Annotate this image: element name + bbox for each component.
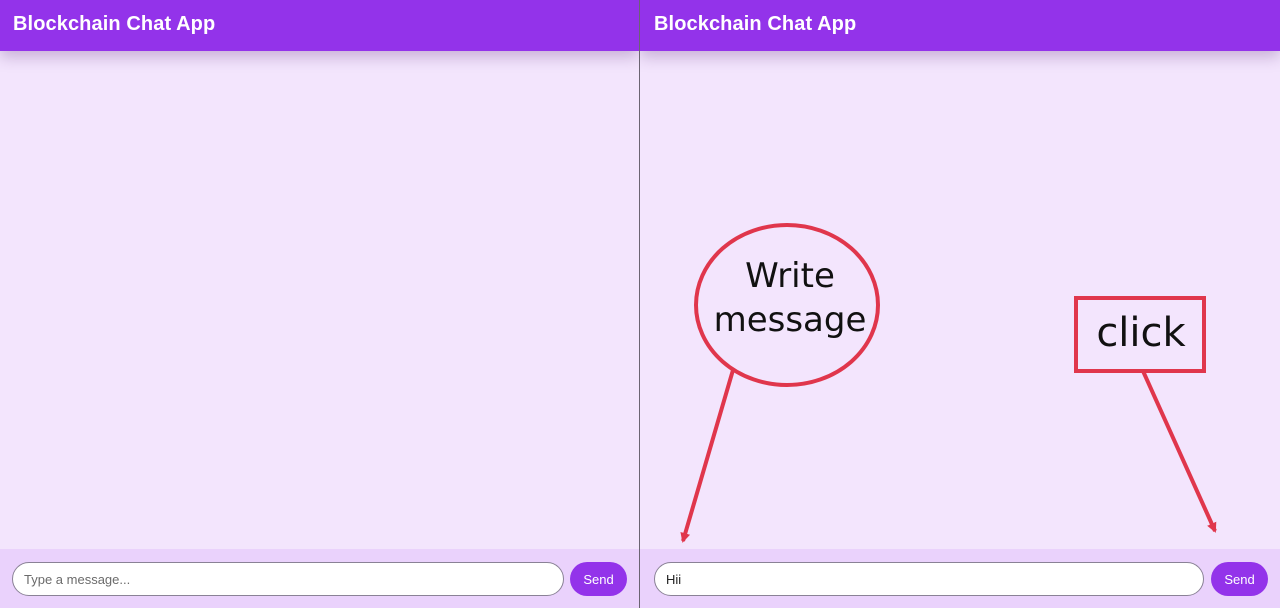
app-header: Blockchain Chat App: [640, 0, 1280, 51]
left-chat-window: Blockchain Chat App Send: [0, 0, 639, 608]
composer-bar: Send: [640, 549, 1280, 608]
app-title: Blockchain Chat App: [13, 13, 216, 35]
send-button[interactable]: Send: [570, 562, 627, 596]
message-input[interactable]: [654, 562, 1204, 596]
app-header: Blockchain Chat App: [0, 0, 639, 51]
app-title: Blockchain Chat App: [654, 13, 857, 35]
send-button[interactable]: Send: [1211, 562, 1268, 596]
message-input[interactable]: [12, 562, 564, 596]
screenshot-frame: Blockchain Chat App Send Blockchain Chat…: [0, 0, 1280, 608]
right-chat-window: Blockchain Chat App Send: [640, 0, 1280, 608]
composer-bar: Send: [0, 549, 639, 608]
